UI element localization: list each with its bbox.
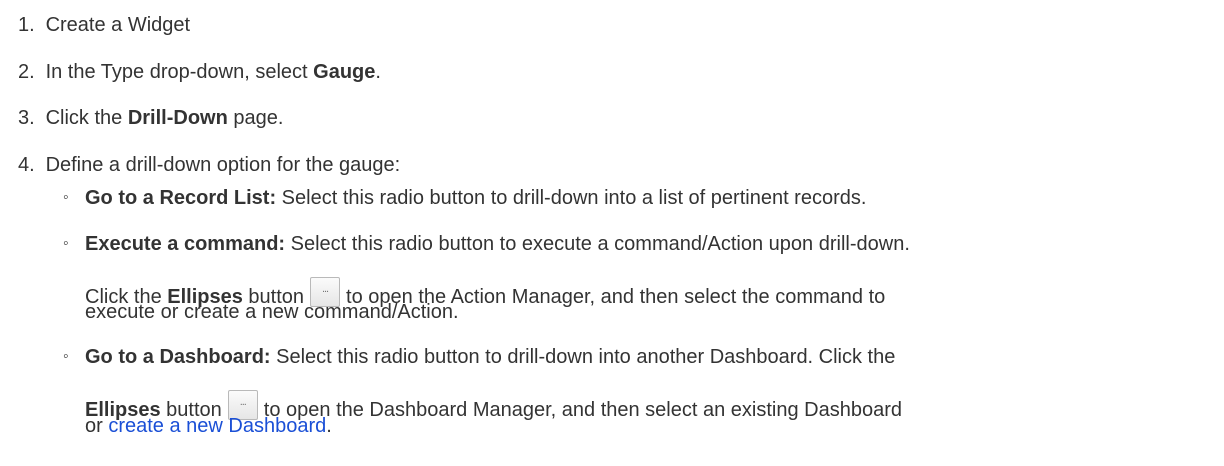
bullet-icon: ◦: [63, 235, 69, 252]
step-bold-text: Gauge: [313, 61, 376, 83]
step-text: page.: [227, 107, 284, 129]
step-text: .: [375, 61, 381, 83]
bullet-icon: ◦: [63, 348, 69, 365]
option-text: Select this radio button to execute a co…: [285, 233, 910, 255]
step-text: In the Type drop-down, select: [45, 61, 314, 83]
option-text: Select this radio button to drill-down i…: [276, 187, 867, 209]
detail-text: to open the Dashboard Manager, and then …: [263, 399, 902, 421]
step-text: Click the: [45, 107, 128, 129]
step-2: 2. In the Type drop-down, select Gauge.: [18, 60, 381, 84]
step-number: 4.: [18, 154, 35, 176]
detail-text: .: [326, 415, 332, 437]
bullet-icon: ◦: [63, 189, 69, 206]
step-4: 4. Define a drill-down option for the ga…: [18, 153, 400, 177]
step-3: 3. Click the Drill-Down page.: [18, 106, 283, 130]
step-bold-text: Drill-Down: [127, 107, 228, 129]
option-text: Select this radio button to drill-down i…: [270, 346, 896, 368]
step-1: 1. Create a Widget: [18, 13, 190, 37]
option-command-detail-line2: execute or create a new command/Action.: [85, 300, 459, 324]
option-title: Go to a Dashboard:: [85, 346, 271, 368]
option-command: Execute a command: Select this radio but…: [85, 232, 910, 256]
step-number: 3.: [18, 107, 35, 129]
option-title: Go to a Record List:: [85, 187, 277, 209]
option-title: Execute a command:: [85, 233, 286, 255]
detail-text: execute or create a new command/Action.: [85, 301, 459, 323]
step-number: 2.: [18, 61, 35, 83]
option-dashboard: Go to a Dashboard: Select this radio but…: [85, 345, 895, 369]
detail-text: or: [85, 415, 109, 437]
create-dashboard-link[interactable]: create a new Dashboard: [108, 415, 326, 437]
step-text: Define a drill-down option for the gauge…: [45, 154, 401, 176]
step-text: Create a Widget: [45, 14, 191, 36]
step-number: 1.: [18, 14, 35, 36]
option-record-list: Go to a Record List: Select this radio b…: [85, 186, 866, 210]
option-dashboard-line3: or create a new Dashboard.: [85, 414, 332, 438]
